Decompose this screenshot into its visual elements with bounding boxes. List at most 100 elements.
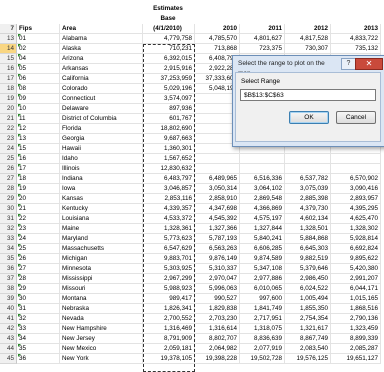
cell-fips[interactable]: 13 [17, 134, 60, 144]
row-number[interactable]: 28 [0, 184, 17, 194]
column-header-2010[interactable]: 2010 [195, 24, 240, 34]
cell-2013[interactable]: 735,132 [331, 44, 381, 54]
row-number[interactable]: 32 [0, 224, 17, 234]
cell-2013[interactable]: 2,991,207 [331, 274, 381, 284]
row-number[interactable]: 42 [0, 324, 17, 334]
cell-2011[interactable]: 1,841,749 [240, 304, 285, 314]
cell-fips[interactable]: 18 [17, 174, 60, 184]
cell-2012[interactable]: 5,379,646 [285, 264, 331, 274]
cell-fips[interactable]: 09 [17, 94, 60, 104]
row-number[interactable]: 43 [0, 334, 17, 344]
cell-area[interactable]: Louisiana [60, 214, 143, 224]
ok-button[interactable]: OK [289, 111, 329, 124]
cell-2012[interactable]: 2,885,398 [285, 194, 331, 204]
cell-2010[interactable]: 9,876,149 [195, 254, 240, 264]
cell-2012[interactable]: 730,307 [285, 44, 331, 54]
cell-2013[interactable]: 1,868,516 [331, 304, 381, 314]
cell-2012[interactable]: 6,024,522 [285, 284, 331, 294]
help-icon[interactable]: ? [341, 58, 356, 70]
cell-area[interactable]: Michigan [60, 254, 143, 264]
row-number[interactable]: 24 [0, 144, 17, 154]
row-number[interactable]: 20 [0, 104, 17, 114]
cell-fips[interactable]: 23 [17, 224, 60, 234]
cell-2010[interactable]: 5,996,063 [195, 284, 240, 294]
cell-area[interactable]: New Jersey [60, 334, 143, 344]
cell-area[interactable]: Arizona [60, 54, 143, 64]
row-number[interactable]: 36 [0, 264, 17, 274]
cell-estimates-base[interactable]: 2,915,916 [143, 64, 195, 74]
cell-2011[interactable]: 8,836,639 [240, 334, 285, 344]
cell-2013[interactable]: 6,570,902 [331, 174, 381, 184]
row-number[interactable]: 14 [0, 44, 17, 54]
cell-2013[interactable] [331, 154, 381, 164]
cell-2012[interactable]: 6,537,782 [285, 174, 331, 184]
row-number[interactable]: 37 [0, 274, 17, 284]
cell-estimates-base[interactable]: 1,826,341 [143, 304, 195, 314]
cell-area[interactable]: Iowa [60, 184, 143, 194]
cell-area[interactable]: District of Columbia [60, 114, 143, 124]
cell-2013[interactable]: 1,323,459 [331, 324, 381, 334]
cell-area[interactable]: Missouri [60, 284, 143, 294]
cell-2010[interactable]: 4,545,392 [195, 214, 240, 224]
cell-area[interactable]: New York [60, 354, 143, 364]
cancel-button[interactable]: Cancel [336, 111, 376, 124]
cell-fips[interactable]: 02 [17, 44, 60, 54]
cell-estimates-base[interactable]: 12,830,632 [143, 164, 195, 174]
cell-2012[interactable]: 4,817,528 [285, 34, 331, 44]
cell-estimates-base[interactable]: 6,547,629 [143, 244, 195, 254]
cell-area[interactable]: Connecticut [60, 94, 143, 104]
row-number[interactable]: 38 [0, 284, 17, 294]
row-number[interactable]: 25 [0, 154, 17, 164]
row-number[interactable]: 19 [0, 94, 17, 104]
cell-2010[interactable]: 5,787,193 [195, 234, 240, 244]
row-number-header[interactable]: 7 [0, 24, 17, 34]
cell-fips[interactable]: 11 [17, 114, 60, 124]
cell-2011[interactable]: 3,064,102 [240, 184, 285, 194]
cell-estimates-base[interactable]: 8,791,909 [143, 334, 195, 344]
cell-2012[interactable] [285, 164, 331, 174]
cell-estimates-base[interactable]: 2,700,552 [143, 314, 195, 324]
cell-2011[interactable]: 6,606,285 [240, 244, 285, 254]
cell-fips[interactable]: 01 [17, 34, 60, 44]
cell-area[interactable]: New Hampshire [60, 324, 143, 334]
cell-2011[interactable]: 6,010,065 [240, 284, 285, 294]
cell-2010[interactable]: 1,829,838 [195, 304, 240, 314]
cell-fips[interactable]: 24 [17, 234, 60, 244]
row-number[interactable]: 29 [0, 194, 17, 204]
cell-2011[interactable]: 6,516,336 [240, 174, 285, 184]
close-icon[interactable]: ✕ [355, 58, 383, 70]
cell-fips[interactable]: 06 [17, 74, 60, 84]
row-number[interactable]: 16 [0, 64, 17, 74]
cell-2012[interactable]: 4,602,134 [285, 214, 331, 224]
cell-2010[interactable]: 1,327,366 [195, 224, 240, 234]
cell-2013[interactable]: 19,651,127 [331, 354, 381, 364]
cell-2012[interactable]: 8,867,749 [285, 334, 331, 344]
cell-2011[interactable]: 1,318,075 [240, 324, 285, 334]
cell-fips[interactable]: 35 [17, 344, 60, 354]
cell-2011[interactable]: 2,869,548 [240, 194, 285, 204]
cell-area[interactable]: Mississippi [60, 274, 143, 284]
cell-estimates-base[interactable]: 989,417 [143, 294, 195, 304]
cell-2011[interactable]: 4,575,197 [240, 214, 285, 224]
column-header-2012[interactable]: 2012 [285, 24, 331, 34]
cell-2010[interactable]: 6,489,965 [195, 174, 240, 184]
cell-2012[interactable]: 9,882,519 [285, 254, 331, 264]
cell-2011[interactable]: 19,502,728 [240, 354, 285, 364]
cell-2012[interactable]: 1,005,494 [285, 294, 331, 304]
cell-fips[interactable]: 08 [17, 84, 60, 94]
cell-2010[interactable]: 6,563,263 [195, 244, 240, 254]
cell-2012[interactable]: 3,075,039 [285, 184, 331, 194]
cell-fips[interactable]: 21 [17, 204, 60, 214]
cell-2010[interactable]: 4,347,698 [195, 204, 240, 214]
cell-fips[interactable]: 32 [17, 314, 60, 324]
cell-estimates-base[interactable]: 37,253,959 [143, 74, 195, 84]
cell-2011[interactable]: 9,874,589 [240, 254, 285, 264]
cell-2011[interactable]: 723,375 [240, 44, 285, 54]
cell-fips[interactable]: 05 [17, 64, 60, 74]
cell-2013[interactable]: 4,395,295 [331, 204, 381, 214]
cell-2010[interactable]: 4,785,570 [195, 34, 240, 44]
row-number[interactable]: 13 [0, 34, 17, 44]
cell-fips[interactable]: 19 [17, 184, 60, 194]
cell-area[interactable]: Maine [60, 224, 143, 234]
cell-area[interactable]: New Mexico [60, 344, 143, 354]
